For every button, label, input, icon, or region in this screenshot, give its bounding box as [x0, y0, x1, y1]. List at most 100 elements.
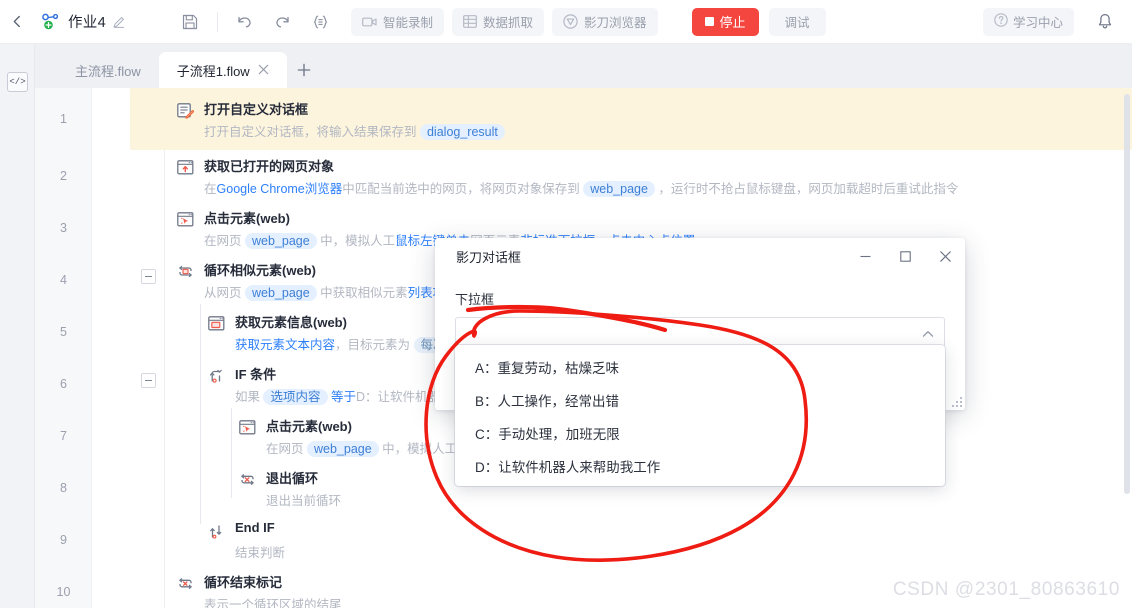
step-title: 循环结束标记 [204, 575, 283, 590]
row-number: 5 [60, 325, 67, 339]
tab-subflow-1[interactable]: 子流程1.flow [158, 52, 287, 88]
learn-center-button[interactable]: 学习中心 [982, 7, 1074, 36]
smart-record-label: 智能录制 [382, 16, 433, 30]
step-title: 获取元素信息(web) [235, 315, 347, 330]
desc-text: 中，模拟人工 [378, 442, 458, 456]
dropdown-option-c[interactable]: C：手动处理，加班无限 [455, 416, 945, 449]
add-tab-button[interactable] [287, 52, 321, 88]
smart-record-button[interactable]: 智能录制 [350, 7, 444, 36]
maximize-icon[interactable] [885, 239, 925, 275]
dropdown-options-panel: A：重复劳动，枯燥乏味 B：人工操作，经常出错 C：手动处理，加班无限 D：让软… [455, 345, 945, 486]
back-button[interactable] [0, 0, 34, 44]
step-title: 打开自定义对话框 [204, 102, 309, 117]
step-description: 打开自定义对话框，将输入结果保存到 dialog_result [204, 121, 505, 140]
resize-grip-icon[interactable] [949, 394, 962, 407]
end-if-icon [208, 524, 225, 539]
step-title: 循环相似元素(web) [204, 263, 316, 278]
desc-text: 如果 [235, 390, 264, 404]
chevron-up-icon[interactable] [922, 330, 934, 338]
click-element-icon [177, 212, 194, 227]
exit-loop-icon [239, 472, 256, 487]
canvas-vertical-scrollbar[interactable] [1124, 94, 1130, 494]
table-grid-icon [463, 15, 477, 28]
click-element-icon [239, 420, 256, 435]
tab-main-flow[interactable]: 主流程.flow [57, 52, 159, 88]
close-icon[interactable] [258, 64, 269, 77]
browser-button[interactable]: 影刀浏览器 [552, 7, 658, 36]
redo-button[interactable] [264, 8, 302, 36]
desc-text: 从网页 [204, 286, 245, 300]
desc-text: 结束判断 [235, 546, 286, 560]
stop-button[interactable]: 停止 [691, 7, 759, 36]
row-number: 3 [60, 221, 67, 235]
variable-pill: web_page [583, 181, 655, 197]
desc-text: 在网页 [266, 442, 307, 456]
desc-link[interactable]: 获取元素文本内容 [235, 338, 335, 352]
variable-pill: web_page [244, 233, 317, 249]
dialog-title-bar[interactable]: 影刀对话框 [435, 238, 965, 275]
row-number: 6 [60, 377, 67, 391]
step-row-1[interactable]: 1 打开自定义对话框 打开自定义对话框，将输入结果保存到 dialog_resu… [35, 88, 1132, 150]
row-number: 8 [60, 481, 67, 495]
watermark: CSDN @2301_80863610 [892, 579, 1120, 600]
desc-text: 退出当前循环 [266, 494, 342, 508]
dialog-window-controls [845, 239, 965, 275]
bell-icon[interactable] [1088, 8, 1122, 36]
webpage-get-icon [177, 160, 194, 175]
step-row-2[interactable]: 2 获取已打开的网页对象 在Google Chrome浏览器中匹配当前选中的网页… [35, 150, 1132, 202]
collapse-toggle-row4[interactable] [141, 269, 156, 284]
pencil-icon[interactable] [113, 16, 125, 28]
row-number: 10 [56, 585, 71, 599]
tab-label: 子流程1.flow [176, 63, 250, 79]
question-circle-icon [994, 13, 1008, 30]
desc-link[interactable]: 等于 [328, 390, 356, 404]
step-description: 在Google Chrome浏览器中匹配当前选中的网页，将网页对象保存到 web… [204, 178, 958, 197]
dropdown-option-d[interactable]: D：让软件机器人来帮助我工作 [455, 449, 945, 482]
debug-button[interactable]: 调试 [768, 7, 826, 36]
data-capture-button[interactable]: 数据抓取 [451, 7, 544, 36]
dialog-edit-icon [177, 103, 195, 119]
left-rail: </> [0, 44, 35, 608]
desc-link[interactable]: Google Chrome浏览器 [217, 182, 343, 196]
variable-pill: web_page [306, 441, 379, 457]
desc-text: 在网页 [204, 234, 245, 248]
desc-text: 中，模拟人工 [316, 234, 396, 248]
save-button[interactable] [171, 8, 209, 36]
collapse-toggle-row6[interactable] [141, 373, 156, 388]
step-title: 点击元素(web) [204, 211, 290, 226]
code-view-button[interactable]: </> [7, 72, 28, 92]
toolbar-divider [216, 11, 218, 32]
dialog-body: 下拉框 [435, 275, 965, 350]
close-icon[interactable] [925, 239, 965, 275]
dropdown-option-b[interactable]: B：人工操作，经常出错 [455, 383, 945, 416]
variable-pill: dialog_result [419, 124, 505, 140]
step-title: End IF [235, 520, 275, 535]
variable-pill: 选项内容 [263, 389, 328, 405]
browser-label: 影刀浏览器 [584, 16, 647, 30]
desc-text: 中匹配当前选中的网页，将网页对象保存到 [342, 182, 584, 196]
dropdown-option-a[interactable]: A：重复劳动，枯燥乏味 [455, 350, 945, 383]
step-title: 退出循环 [266, 471, 319, 486]
step-description: 表示一个循环区域的结尾 [204, 594, 342, 608]
step-row-9[interactable]: 9 End IF 结束判断 [35, 514, 1132, 566]
application-window: 作业4 智能录制 数据抓取 影刀浏览器 停止 调试 学习中心 </> 主流程.f… [0, 0, 1132, 608]
flow-node-icon [38, 11, 62, 33]
stop-label: 停止 [719, 15, 746, 30]
minimize-icon[interactable] [845, 239, 885, 275]
undo-button[interactable] [226, 8, 264, 36]
row-number: 9 [60, 533, 67, 547]
code-braces-icon[interactable] [302, 8, 340, 36]
top-toolbar: 作业4 智能录制 数据抓取 影刀浏览器 停止 调试 学习中心 [0, 0, 1132, 44]
if-condition-icon [208, 368, 225, 383]
debug-label: 调试 [784, 16, 810, 30]
step-title: 点击元素(web) [266, 419, 352, 434]
stop-square-icon [704, 17, 714, 26]
get-element-info-icon [208, 316, 225, 331]
desc-text: 打开自定义对话框，将输入结果保存到 [204, 125, 420, 139]
desc-text: 中获取相似元素 [316, 286, 408, 300]
loop-end-icon [177, 576, 194, 591]
dropdown-field-label: 下拉框 [455, 292, 495, 307]
step-description: 退出当前循环 [266, 490, 341, 509]
data-capture-label: 数据抓取 [482, 16, 533, 30]
video-camera-icon [362, 16, 377, 28]
